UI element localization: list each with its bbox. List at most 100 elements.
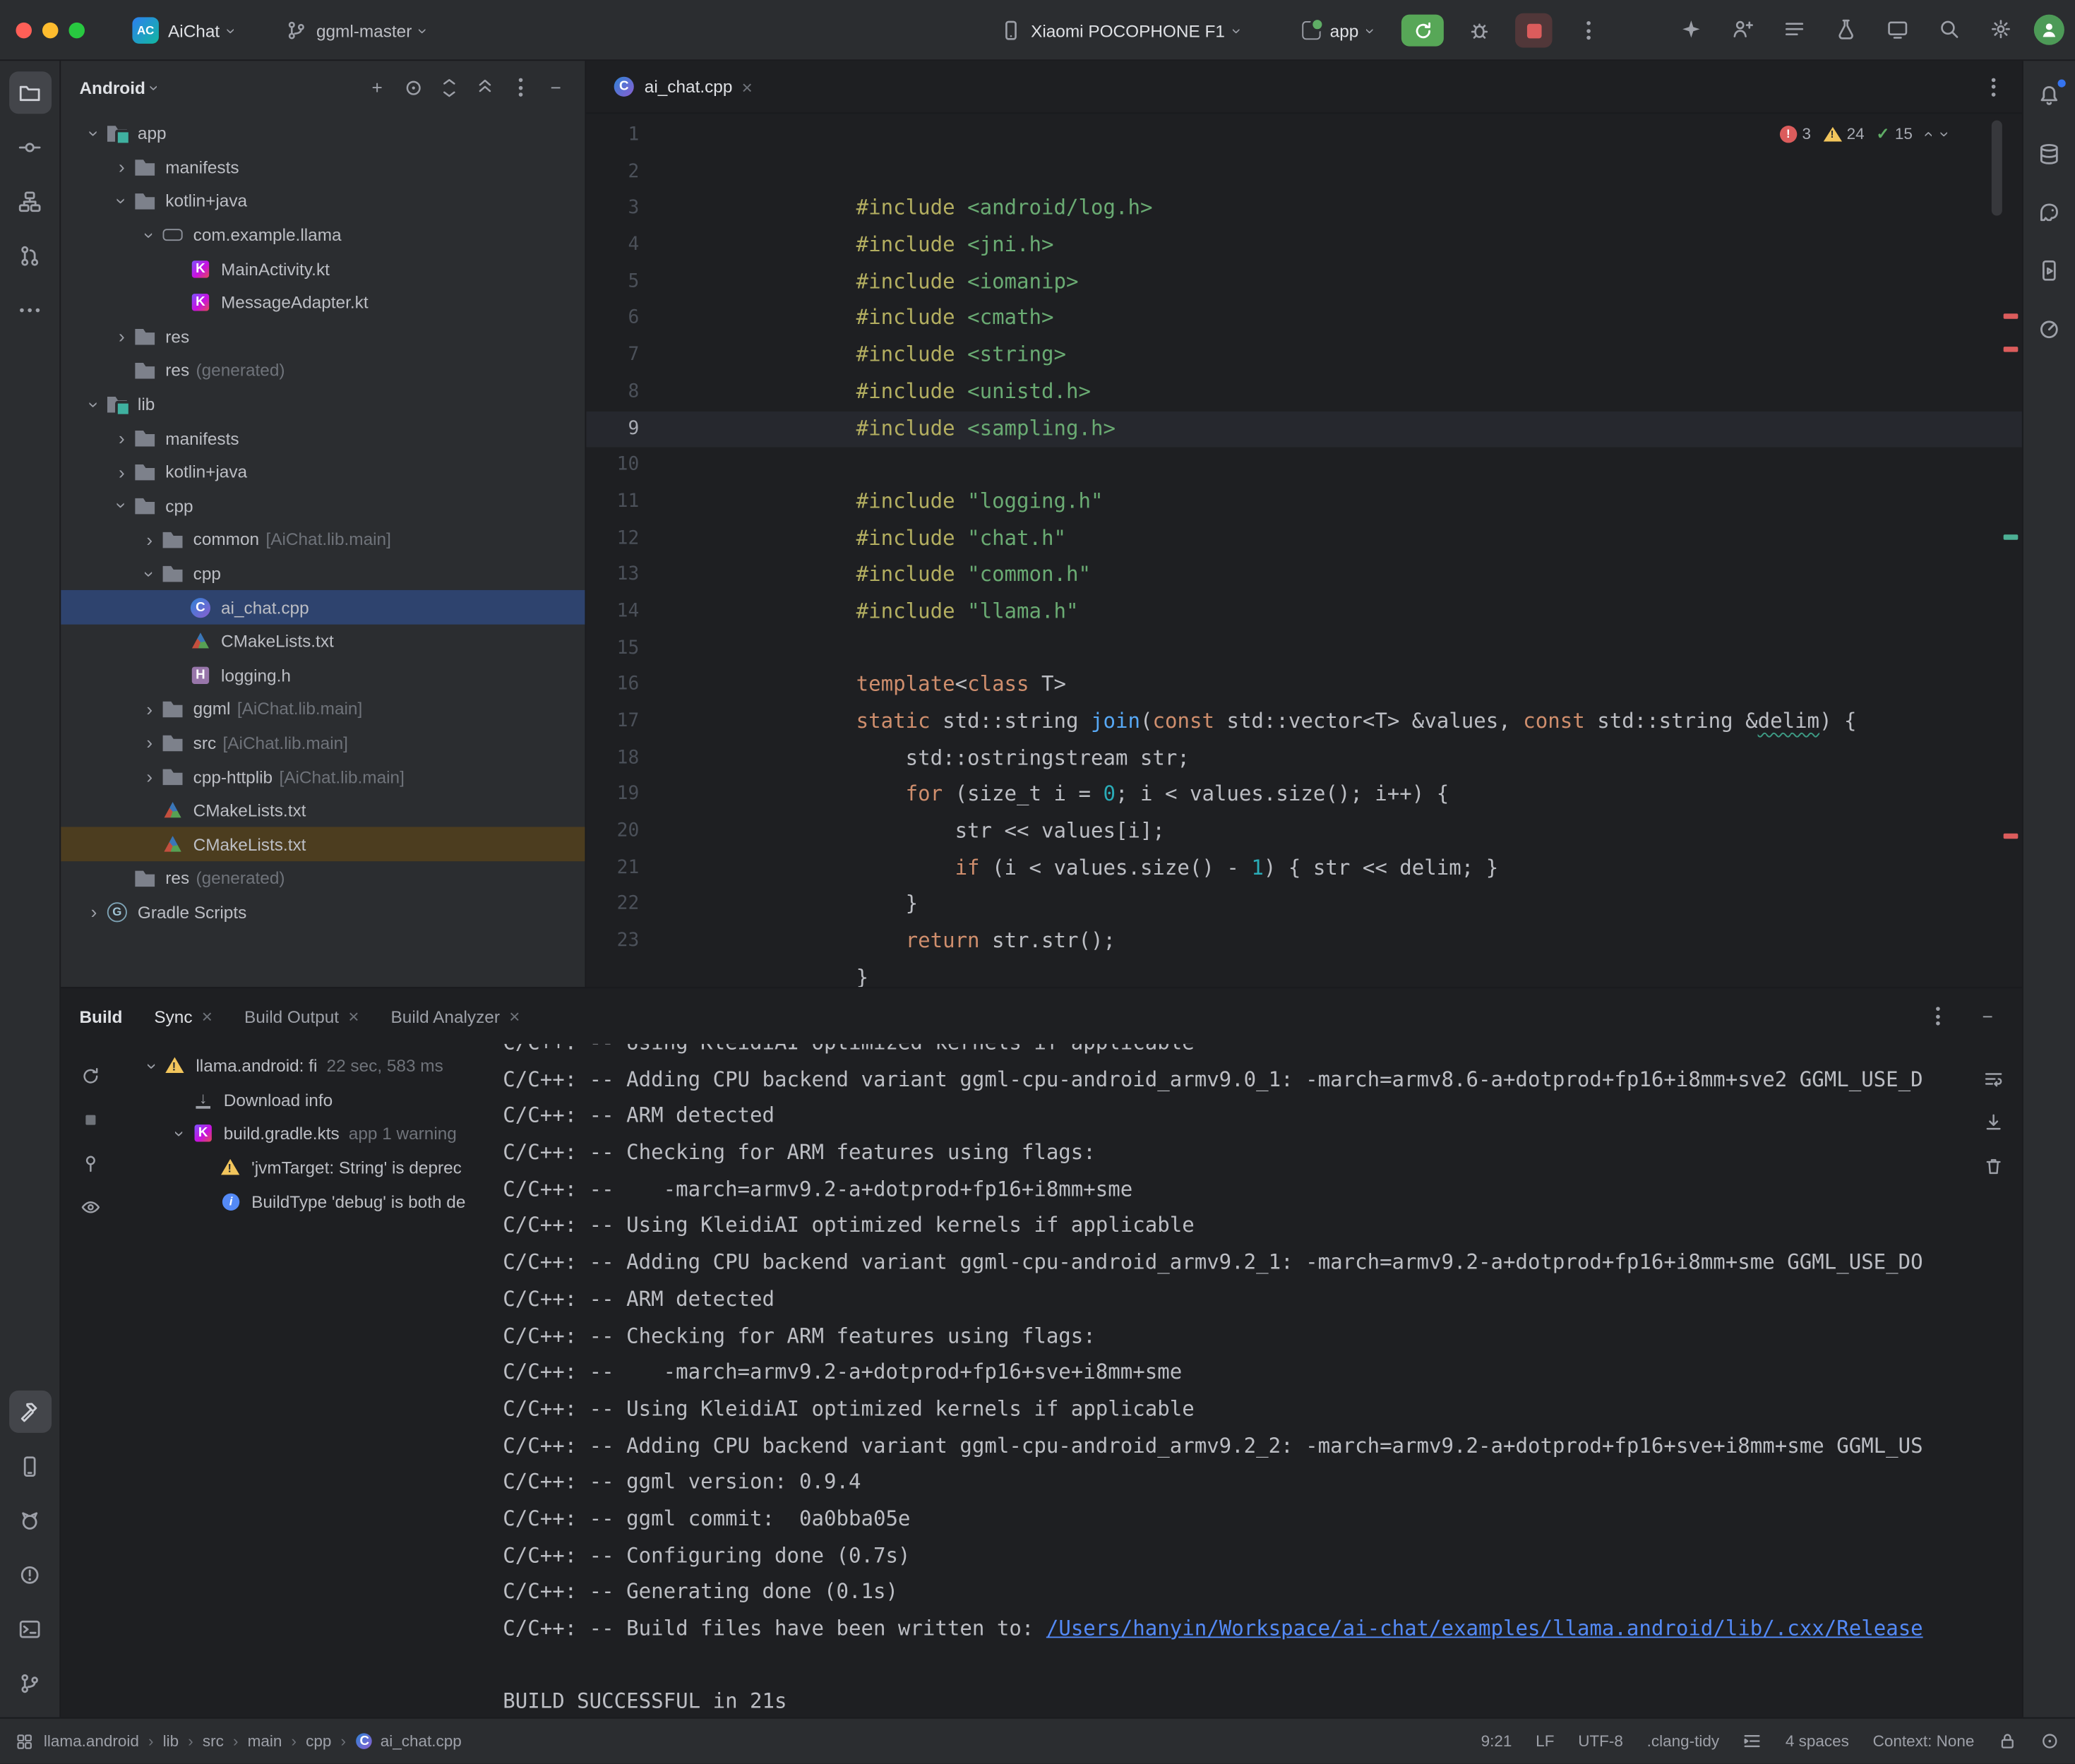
project-tree-item[interactable]: res (generated): [61, 861, 585, 895]
code-line[interactable]: 22 }: [586, 887, 2022, 924]
tree-chevron-icon[interactable]: [165, 287, 189, 318]
search-everywhere-button[interactable]: [1931, 11, 1968, 47]
code-line[interactable]: 14 template<class T>: [586, 594, 2022, 630]
tree-chevron-icon[interactable]: [138, 795, 162, 827]
tree-chevron-icon[interactable]: [138, 524, 162, 556]
code-line[interactable]: 11 #include "common.h": [586, 484, 2022, 521]
build-tree-item[interactable]: 'jvmTarget: String' is deprec: [119, 1151, 503, 1184]
project-view-selector[interactable]: Android: [79, 78, 145, 97]
code-line[interactable]: 4 #include <cmath>: [586, 227, 2022, 264]
editor-scrollbar[interactable]: [1992, 121, 2002, 216]
project-tree-item[interactable]: MainActivity.kt: [61, 252, 585, 286]
breadcrumb-item[interactable]: src: [203, 1732, 239, 1750]
code-line[interactable]: 15 static std::string join(const std::ve…: [586, 630, 2022, 667]
project-tree-item[interactable]: cpp: [61, 489, 585, 523]
line-number[interactable]: 1: [586, 118, 639, 155]
notifications-bell-icon[interactable]: [2028, 74, 2070, 116]
code-line[interactable]: 16 std::ostringstream str;: [586, 667, 2022, 704]
tool-project-icon[interactable]: [8, 71, 51, 114]
tree-chevron-icon[interactable]: [110, 185, 134, 217]
hide-panel-icon[interactable]: −: [1972, 1000, 2004, 1032]
stop-button[interactable]: [1515, 13, 1552, 48]
code-line[interactable]: 18 str << values[i];: [586, 740, 2022, 777]
project-tree-item[interactable]: lib: [61, 388, 585, 421]
lock-icon[interactable]: [1998, 1732, 2016, 1750]
build-output-console[interactable]: C/C++: -- Using KleidiAI optimized kerne…: [503, 1044, 1963, 1717]
project-tree-item[interactable]: ggml [AiChat.lib.main]: [61, 692, 585, 726]
close-tab-icon[interactable]: ×: [509, 1005, 520, 1026]
line-number[interactable]: 7: [586, 337, 639, 374]
inspect-eye-icon[interactable]: [74, 1191, 106, 1223]
code-line[interactable]: 9 #include "logging.h": [586, 411, 2022, 448]
project-tree-item[interactable]: res: [61, 320, 585, 354]
stop-sync-icon[interactable]: [74, 1103, 106, 1135]
code-line[interactable]: 6 #include <unistd.h>: [586, 301, 2022, 337]
debug-button[interactable]: [1461, 13, 1497, 48]
ai-assistant-button[interactable]: [1673, 11, 1709, 47]
tree-chevron-icon[interactable]: [165, 253, 189, 284]
code-line[interactable]: 20 }: [586, 814, 2022, 851]
line-number[interactable]: 19: [586, 777, 639, 814]
close-tab-icon[interactable]: ×: [202, 1005, 213, 1026]
editor-body[interactable]: 1 #include <android/log.h> 2 #include <j…: [586, 114, 2022, 987]
tree-chevron-icon[interactable]: [110, 320, 134, 352]
tree-chevron-icon[interactable]: [140, 1050, 165, 1082]
close-window-button[interactable]: [16, 23, 31, 38]
project-tree-item[interactable]: Gradle Scripts: [61, 895, 585, 929]
code-line[interactable]: 3 #include <iomanip>: [586, 191, 2022, 228]
close-tab-icon[interactable]: ×: [742, 76, 753, 97]
line-number[interactable]: 18: [586, 740, 639, 777]
line-number[interactable]: 20: [586, 814, 639, 851]
more-options-icon[interactable]: [504, 71, 536, 103]
collapse-all-icon[interactable]: [469, 71, 501, 103]
code-line[interactable]: 23: [586, 923, 2022, 960]
prev-problem-icon[interactable]: ›: [1919, 131, 1936, 136]
tree-chevron-icon[interactable]: [138, 693, 162, 725]
project-tree-item[interactable]: manifests: [61, 421, 585, 455]
zoom-window-button[interactable]: [68, 23, 84, 38]
error-stripe-mark[interactable]: [2004, 313, 2019, 318]
tool-device-explorer-icon[interactable]: [8, 1445, 51, 1487]
expand-all-icon[interactable]: [433, 71, 465, 103]
line-number[interactable]: 23: [586, 923, 639, 960]
tree-chevron-icon[interactable]: [138, 761, 162, 793]
project-tree-item[interactable]: cpp: [61, 557, 585, 591]
project-tree-item[interactable]: CMakeLists.txt: [61, 624, 585, 658]
more-tool-windows-icon[interactable]: [8, 289, 51, 331]
change-stripe-mark[interactable]: [2004, 534, 2019, 539]
build-tree-item[interactable]: build.gradle.kts app 1 warning: [119, 1117, 503, 1151]
build-tab-output[interactable]: Build Output×: [244, 1005, 359, 1026]
tree-chevron-icon[interactable]: [196, 1186, 220, 1218]
project-tree-item[interactable]: kotlin+java: [61, 455, 585, 489]
caret-position[interactable]: 9:21: [1481, 1732, 1512, 1750]
line-number[interactable]: 4: [586, 227, 639, 264]
pin-icon[interactable]: [74, 1147, 106, 1179]
soft-wrap-icon[interactable]: [1977, 1062, 2009, 1094]
build-window-title[interactable]: Build: [79, 1006, 122, 1026]
line-number[interactable]: 12: [586, 521, 639, 558]
tree-chevron-icon[interactable]: [82, 388, 106, 420]
structure-icon[interactable]: [8, 180, 51, 222]
clang-tidy-widget[interactable]: .clang-tidy: [1647, 1732, 1720, 1750]
tree-chevron-icon[interactable]: [196, 1152, 220, 1184]
project-tree-item[interactable]: com.example.llama: [61, 218, 585, 252]
close-tab-icon[interactable]: ×: [348, 1005, 359, 1026]
code-line[interactable]: 7 #include <sampling.h>: [586, 337, 2022, 374]
code-line[interactable]: 8: [586, 374, 2022, 411]
code-line[interactable]: 19 if (i < values.size() - 1) { str << d…: [586, 777, 2022, 814]
line-number[interactable]: 5: [586, 264, 639, 301]
clear-console-icon[interactable]: [1977, 1150, 2009, 1182]
line-number[interactable]: 6: [586, 301, 639, 337]
scroll-to-end-icon[interactable]: [1977, 1106, 2009, 1138]
tool-build-icon[interactable]: [8, 1391, 51, 1433]
build-tab-sync[interactable]: Sync×: [154, 1005, 213, 1026]
hide-panel-icon[interactable]: −: [540, 71, 572, 103]
more-options-icon[interactable]: [1921, 1000, 1953, 1032]
tree-chevron-icon[interactable]: [138, 727, 162, 759]
editor-more-options-icon[interactable]: [1977, 71, 2009, 102]
profiler-button[interactable]: [1827, 11, 1864, 47]
tree-chevron-icon[interactable]: [168, 1084, 192, 1116]
code-style-icon[interactable]: [1743, 1732, 1762, 1750]
line-number[interactable]: 10: [586, 448, 639, 484]
tree-chevron-icon[interactable]: [138, 219, 162, 251]
